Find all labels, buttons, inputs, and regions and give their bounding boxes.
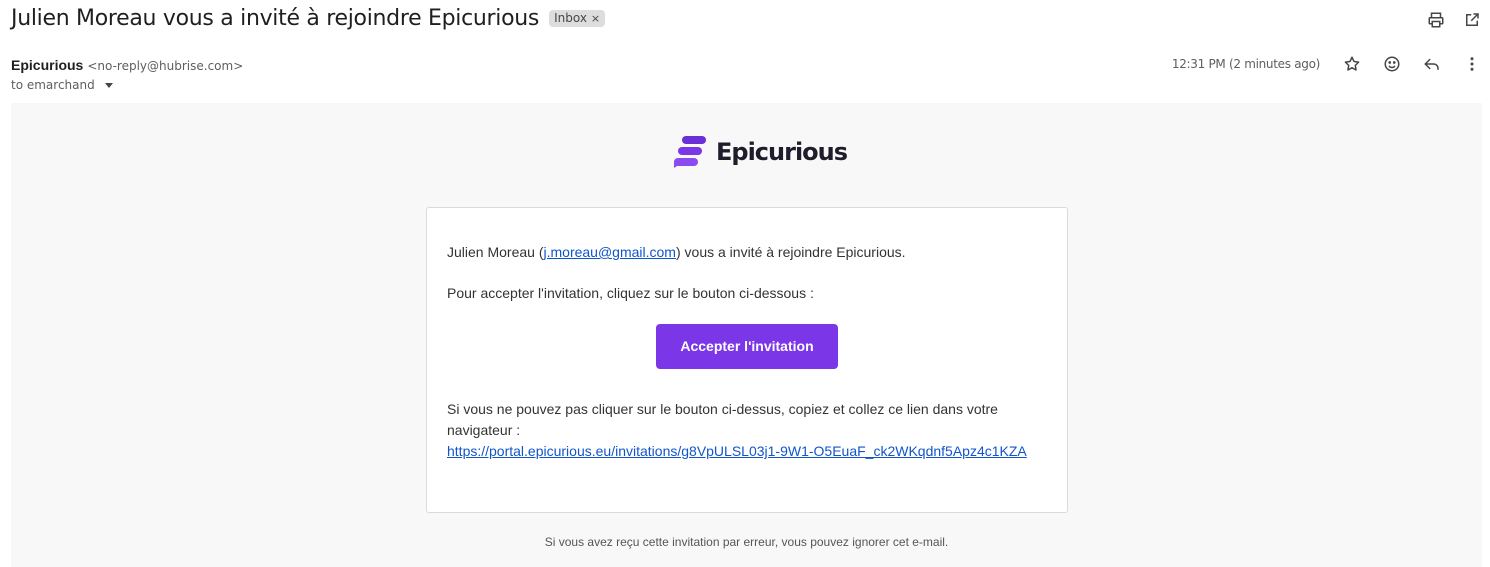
star-icon[interactable] bbox=[1342, 54, 1362, 74]
recipient-details-caret-icon[interactable] bbox=[104, 82, 113, 88]
reply-icon[interactable] bbox=[1422, 54, 1442, 74]
open-in-new-window-icon[interactable] bbox=[1462, 10, 1482, 30]
remove-label-icon[interactable]: × bbox=[591, 12, 600, 25]
epicurious-logo-icon bbox=[674, 136, 706, 168]
footer-note: Si vous avez reçu cette invitation par e… bbox=[544, 535, 949, 549]
recipient-text: to emarchand bbox=[11, 78, 95, 92]
more-options-icon[interactable] bbox=[1462, 54, 1482, 74]
intro-rest: ) vous a invité à rejoindre Epicurious. bbox=[675, 244, 906, 260]
instruction-paragraph: Pour accepter l'invitation, cliquez sur … bbox=[447, 285, 814, 301]
email-subject: Julien Moreau vous a invité à rejoindre … bbox=[11, 6, 540, 31]
email-body: Epicurious Julien Moreau (j.moreau@gmail… bbox=[11, 103, 1482, 567]
invitation-card: Julien Moreau (j.moreau@gmail.com) vous … bbox=[426, 207, 1068, 513]
inbox-label-text: Inbox bbox=[554, 11, 587, 25]
inbox-label-chip[interactable]: Inbox × bbox=[549, 10, 606, 27]
accept-invitation-button[interactable]: Accepter l'invitation bbox=[656, 324, 838, 369]
sender-name[interactable]: Epicurious bbox=[11, 57, 83, 73]
sender-row: Epicurious <no-reply@hubrise.com> bbox=[11, 57, 243, 73]
recipient-row: to emarchand bbox=[11, 78, 113, 92]
message-meta-row: 12:31 PM (2 minutes ago) bbox=[1172, 54, 1482, 74]
subject-row: Julien Moreau vous a invité à rejoindre … bbox=[11, 6, 606, 31]
accept-button-wrapper: Accepter l'invitation bbox=[447, 324, 1047, 369]
fallback-text: Si vous ne pouvez pas cliquer sur le bou… bbox=[447, 401, 998, 438]
print-icon[interactable] bbox=[1426, 10, 1446, 30]
invitation-link[interactable]: https://portal.epicurious.eu/invitations… bbox=[447, 443, 1027, 459]
intro-paragraph: Julien Moreau (j.moreau@gmail.com) vous … bbox=[447, 242, 1047, 263]
emoji-react-icon[interactable] bbox=[1382, 54, 1402, 74]
intro-name: Julien Moreau ( bbox=[447, 244, 544, 260]
timestamp: 12:31 PM (2 minutes ago) bbox=[1171, 57, 1320, 71]
sender-email: <no-reply@hubrise.com> bbox=[87, 59, 244, 73]
inviter-email-link[interactable]: j.moreau@gmail.com bbox=[544, 244, 676, 260]
fallback-paragraph: Si vous ne pouvez pas cliquer sur le bou… bbox=[447, 399, 1047, 462]
top-toolbar bbox=[1426, 10, 1482, 30]
brand-logo-text: Epicurious bbox=[716, 138, 848, 166]
brand-logo: Epicurious bbox=[672, 135, 848, 169]
